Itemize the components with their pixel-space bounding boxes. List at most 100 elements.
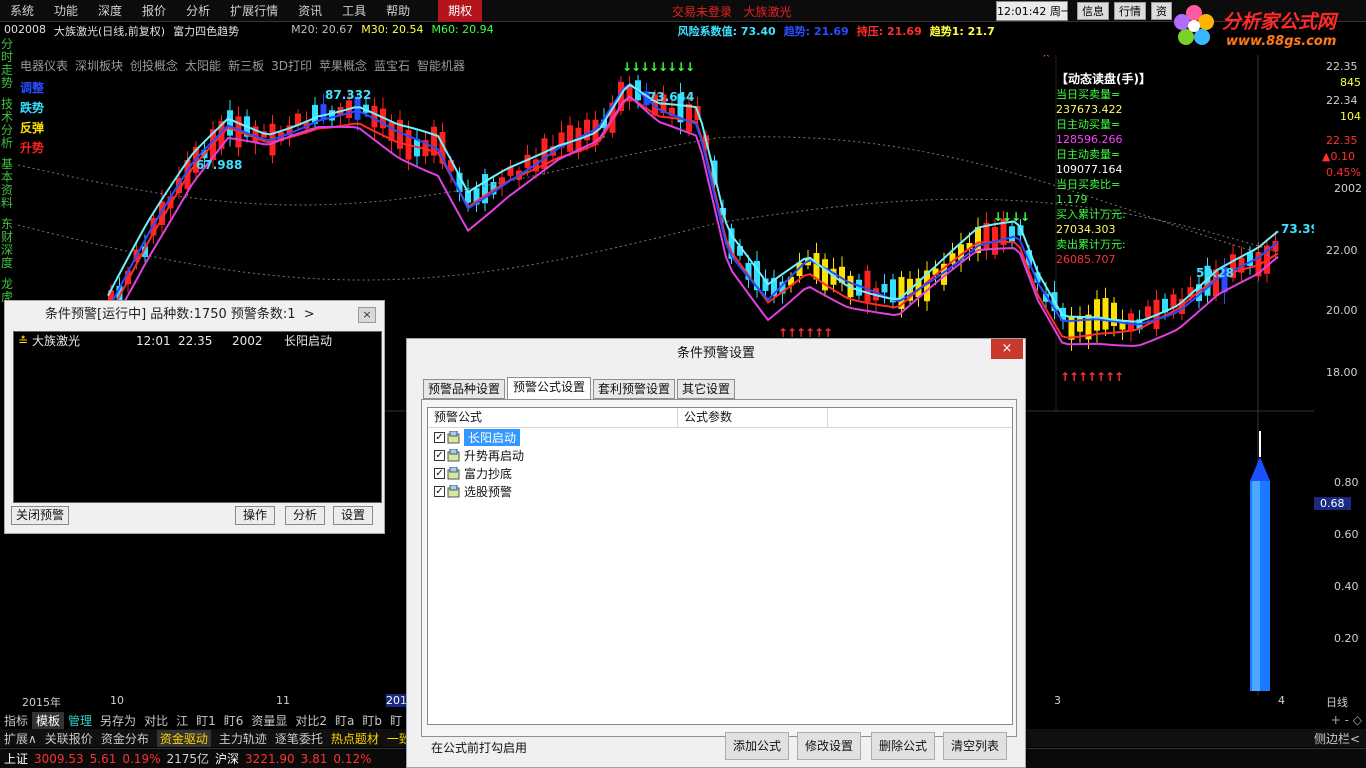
tab-manage[interactable]: 管理 (64, 712, 96, 729)
alert-window-title: 条件预警[运行中] 品种数:1750 预警条数:1 > (45, 307, 315, 322)
col-params[interactable]: 公式参数 (678, 408, 828, 427)
current-stock-link[interactable]: 大族激光 (743, 5, 791, 19)
concept-tag[interactable]: 深圳板块 (75, 57, 123, 74)
tab-compare2[interactable]: 对比2 (291, 712, 331, 729)
formula-row[interactable]: ✓ 选股预警 (428, 482, 1012, 500)
menu-depth[interactable]: 深度 (88, 0, 132, 22)
market-button[interactable]: 行情 (1114, 2, 1146, 20)
formula-icon (447, 466, 460, 479)
quick-hot-topic[interactable]: 热点题材 (331, 730, 379, 747)
concept-tag[interactable]: 3D打印 (271, 57, 312, 74)
formula-list: 预警公式 公式参数 ✓ 长阳启动 ✓ 升势再启动 ✓ 富力抄底 ✓ 选股预警 (427, 407, 1013, 725)
quick-expand[interactable]: 扩展∧ (4, 730, 37, 747)
tab-template[interactable]: 模板 (32, 711, 65, 729)
clear-list-button[interactable]: 清空列表 (943, 732, 1007, 760)
operate-button[interactable]: 操作 (235, 506, 275, 525)
concept-tag[interactable]: 创投概念 (130, 57, 178, 74)
formula-checkbox[interactable]: ✓ (434, 467, 445, 479)
clock: 12:01:42 周一 (996, 1, 1072, 21)
alert-more-button[interactable]: > (304, 307, 315, 322)
volume-tick: 845 (1340, 76, 1361, 89)
side-tab-technical[interactable]: 技术分析 (0, 98, 14, 150)
alert-close-button[interactable]: × (358, 307, 376, 323)
tab-save-as[interactable]: 另存为 (96, 712, 140, 729)
menu-function[interactable]: 功能 (44, 0, 88, 22)
sh-label[interactable]: 上证 (4, 750, 28, 767)
tab-jiang[interactable]: 江 (172, 712, 192, 729)
candle-body (813, 253, 820, 280)
hs-label[interactable]: 沪深 (215, 750, 239, 767)
formula-row[interactable]: ✓ 长阳启动 (428, 428, 1012, 446)
quick-capital-dist[interactable]: 资金分布 (101, 730, 149, 747)
tab-capital[interactable]: 资量显 (247, 712, 291, 729)
close-alert-button[interactable]: 关闭预警 (11, 506, 69, 525)
zoom-controls[interactable]: + - ◇ (1327, 713, 1366, 727)
side-tab-intraday[interactable]: 分时走势 (0, 38, 14, 90)
tab-compare[interactable]: 对比 (140, 712, 172, 729)
formula-checkbox[interactable]: ✓ (434, 431, 445, 443)
enable-hint: 在公式前打勾启用 (431, 741, 528, 755)
sidebar-toggle[interactable]: 侧边栏< (1314, 730, 1366, 747)
menu-quote[interactable]: 报价 (132, 0, 176, 22)
tab-indicator[interactable]: 指标 (0, 712, 32, 729)
tab-watch6[interactable]: 盯6 (220, 712, 248, 729)
trend-legend: 调整 跌势 反弹 升势 (20, 78, 44, 158)
quick-main-track[interactable]: 主力轨迹 (219, 730, 267, 747)
panel-value: 27034.303 (1056, 223, 1116, 236)
login-status[interactable]: 交易未登录 大族激光 (672, 3, 791, 20)
menu-tools[interactable]: 工具 (332, 0, 376, 22)
dialog-close-button[interactable]: × (991, 339, 1023, 359)
formula-checkbox[interactable]: ✓ (434, 449, 445, 461)
annotation-p2: 87.332 (325, 88, 371, 102)
menu-extended-market[interactable]: 扩展行情 (220, 0, 288, 22)
info-button[interactable]: 信息 (1077, 2, 1109, 20)
tab-watcha[interactable]: 盯a (331, 712, 358, 729)
add-formula-button[interactable]: 添加公式 (725, 732, 789, 760)
concept-tag[interactable]: 苹果概念 (319, 57, 367, 74)
quick-tick-order[interactable]: 逐笔委托 (275, 730, 323, 747)
panel-label: 卖出累计万元: (1056, 238, 1126, 251)
price-tick: 22.35 (1326, 60, 1358, 73)
concept-tag[interactable]: 智能机器 (417, 57, 465, 74)
side-tab-depth[interactable]: 东财深度 (0, 218, 14, 270)
modify-settings-button[interactable]: 修改设置 (797, 732, 861, 760)
tab-watchb[interactable]: 盯b (358, 712, 386, 729)
remove-formula-button[interactable]: 删除公式 (871, 732, 935, 760)
formula-checkbox[interactable]: ✓ (434, 485, 445, 497)
col-formula[interactable]: 预警公式 (428, 408, 678, 427)
alert-formula: 长阳启动 (284, 334, 333, 348)
menu-analysis[interactable]: 分析 (176, 0, 220, 22)
alert-row[interactable]: ≛ 大族激光 12:01 22.35 2002 长阳启动 (14, 332, 381, 350)
concept-tag[interactable]: 电器仪表 (20, 57, 68, 74)
tab-arbitrage-settings[interactable]: 套利预警设置 (593, 379, 675, 399)
sh-change: 5.61 (89, 751, 117, 766)
tab-other-settings[interactable]: 其它设置 (677, 379, 735, 399)
quick-capital-drive[interactable]: 资金驱动 (156, 729, 211, 747)
candle-body (1094, 299, 1100, 331)
settings-button[interactable]: 设置 (333, 506, 373, 525)
tab-watch1[interactable]: 盯1 (192, 712, 220, 729)
formula-row[interactable]: ✓ 升势再启动 (428, 446, 1012, 464)
concept-tag[interactable]: 新三板 (228, 57, 264, 74)
legend-adjust: 调整 (20, 81, 45, 95)
annotation-p5: 73.39 (1281, 222, 1314, 236)
period-label[interactable]: 日线 (1326, 694, 1348, 710)
menu-news[interactable]: 资讯 (288, 0, 332, 22)
alert-settings-dialog: 条件预警设置 × 预警品种设置 预警公式设置 套利预警设置 其它设置 预警公式 … (406, 338, 1026, 768)
menu-help[interactable]: 帮助 (376, 0, 420, 22)
panel-label: 当日买卖量= (1056, 88, 1121, 101)
tab-formula-settings[interactable]: 预警公式设置 (507, 377, 591, 400)
quick-linked-quote[interactable]: 关联报价 (45, 730, 93, 747)
tab-symbol-settings[interactable]: 预警品种设置 (423, 379, 505, 399)
hs-change: 3.81 (300, 751, 328, 766)
tab-watch[interactable]: 盯 (386, 712, 406, 729)
menu-options[interactable]: 期权 (438, 0, 483, 22)
concept-tag[interactable]: 蓝宝石 (374, 57, 410, 74)
concept-tag[interactable]: 太阳能 (185, 57, 221, 74)
candle-body (881, 284, 888, 293)
news-button[interactable]: 资 (1151, 2, 1172, 20)
menu-system[interactable]: 系统 (0, 0, 44, 22)
analyze-button[interactable]: 分析 (285, 506, 325, 525)
side-tab-fundamental[interactable]: 基本资料 (0, 158, 14, 210)
formula-row[interactable]: ✓ 富力抄底 (428, 464, 1012, 482)
